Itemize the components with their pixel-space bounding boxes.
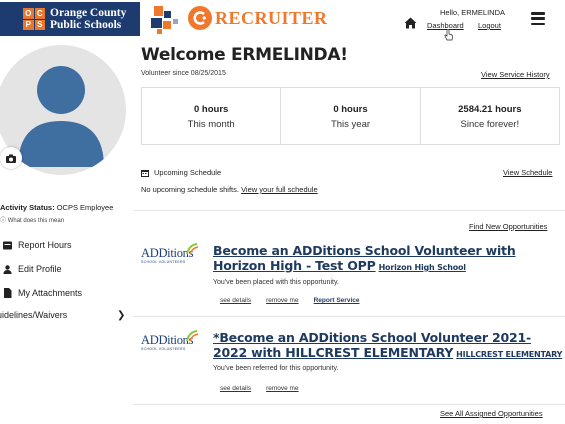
opportunity-status: You've been referred for this opportunit… [213, 365, 339, 372]
calendar-icon [141, 169, 149, 177]
logout-link[interactable]: Logout [478, 21, 501, 30]
additions-logo: ADDitions SCHOOL VOLUNTEERS [141, 243, 199, 268]
chevron-right-icon[interactable]: ❯ [117, 310, 125, 321]
report-service-link[interactable]: Report Service [314, 297, 360, 304]
remove-me-link[interactable]: remove me [266, 385, 299, 392]
opportunity-school[interactable]: HILLCREST ELEMENTARY [456, 350, 562, 359]
opportunity-status: You've been placed with this opportunity… [213, 279, 339, 286]
info-icon: ⓘ [0, 218, 7, 224]
remove-me-link[interactable]: remove me [266, 297, 299, 304]
opportunity-actions: see details remove me Report Service [220, 297, 359, 304]
hand-cursor-icon [444, 29, 453, 41]
stat-this-month: 0 hours This month [142, 88, 282, 144]
what-does-this-mean-link[interactable]: ⓘ What does this mean [0, 215, 64, 224]
ocps-logo[interactable]: O C P S Orange County Public Schools [0, 2, 140, 36]
puzzle-logo-icon [151, 6, 178, 34]
additions-logo: ADDitions SCHOOL VOLUNTEERS [141, 330, 199, 355]
activity-status: Activity Status: OCPS Employee [0, 203, 114, 212]
stat-this-year: 0 hours This year [281, 88, 421, 144]
hamburger-menu-icon[interactable] [531, 12, 545, 25]
recruiter-logo-icon [188, 6, 212, 30]
divider [133, 210, 565, 211]
opportunity-actions: see details remove me [220, 385, 299, 392]
person-icon [2, 264, 12, 274]
page-title: Welcome ERMELINDA! [141, 45, 348, 65]
camera-icon[interactable] [0, 147, 22, 169]
see-details-link[interactable]: see details [220, 297, 251, 304]
stat-since-forever: 2584.21 hours Since forever! [458, 104, 522, 130]
sidebar-item-edit-profile[interactable]: Edit Profile [0, 264, 62, 274]
view-schedule-link[interactable]: View Schedule [503, 168, 552, 177]
schedule-empty-text: No upcoming schedule shifts. View your f… [141, 185, 318, 194]
hours-summary: 0 hours This month 0 hours This year 258… [141, 87, 560, 145]
recruiter-logo[interactable]: RECRUITER [188, 6, 328, 30]
divider [133, 404, 565, 405]
apple-swoosh-icon [186, 243, 199, 255]
attachments-icon [2, 288, 12, 298]
sidebar-item-guidelines-waivers[interactable]: Guidelines/Waivers [0, 310, 67, 320]
view-service-history-link[interactable]: View Service History [481, 70, 550, 79]
view-full-schedule-link[interactable]: View your full schedule [241, 185, 318, 194]
find-new-opportunities-link[interactable]: Find New Opportunities [469, 222, 547, 231]
sidebar-item-my-attachments[interactable]: My Attachments [0, 288, 82, 298]
ocps-mark-icon: O C P S [23, 8, 45, 30]
volunteer-since: Volunteer since 08/25/2015 [141, 70, 226, 77]
home-icon[interactable] [404, 17, 417, 29]
upcoming-schedule-heading: Upcoming Schedule [141, 168, 221, 177]
divider [133, 316, 565, 317]
see-details-link[interactable]: see details [220, 385, 251, 392]
header: O C P S Orange County Public Schools REC… [0, 0, 565, 41]
opportunity-title[interactable]: Become an ADDitions School Volunteer wit… [213, 243, 563, 275]
app-name: RECRUITER [215, 7, 328, 28]
report-hours-icon [2, 240, 12, 250]
opportunity-title[interactable]: *Become an ADDitions School Volunteer 20… [213, 330, 563, 362]
greeting: Hello, ERMELINDA [440, 8, 506, 17]
ocps-name: Orange County Public Schools [50, 7, 127, 31]
apple-swoosh-icon [186, 330, 199, 342]
sidebar-item-report-hours[interactable]: Report Hours [0, 240, 72, 250]
see-all-assigned-opportunities-link[interactable]: See All Assigned Opportunities [440, 409, 543, 418]
opportunity-school[interactable]: Horizon High School [379, 263, 466, 272]
